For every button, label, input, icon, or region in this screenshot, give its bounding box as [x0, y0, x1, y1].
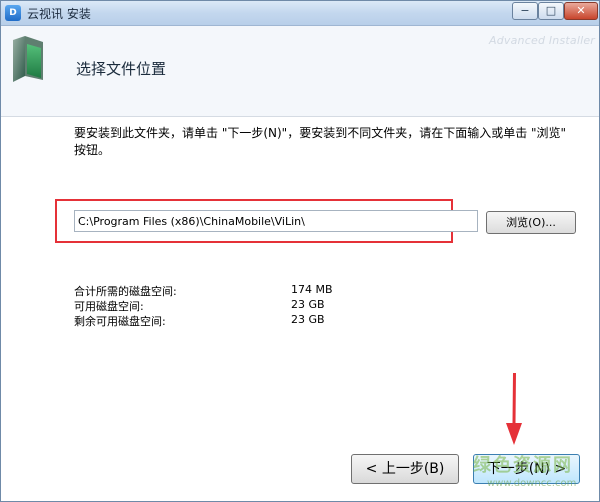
- close-button[interactable]: ✕: [564, 2, 598, 20]
- remaining-space-label: 剩余可用磁盘空间:: [74, 315, 166, 328]
- minimize-button[interactable]: −: [512, 2, 538, 20]
- remaining-space-value: 23 GB: [291, 313, 325, 326]
- install-path-input[interactable]: [74, 210, 478, 232]
- installer-window: D 云视讯 安装 − □ ✕ 选择文件位置 Advanced Installer: [0, 0, 600, 502]
- required-space-label: 合计所需的磁盘空间:: [74, 285, 177, 298]
- required-space-value: 174 MB: [291, 283, 333, 296]
- instruction-text: 要安装到此文件夹，请单击 "下一步(N)"，要安装到不同文件夹，请在下面输入或单…: [74, 126, 567, 157]
- page-title: 选择文件位置: [76, 60, 167, 78]
- folder-icon: [13, 36, 43, 82]
- maximize-button[interactable]: □: [538, 2, 564, 20]
- window-title: 云视讯 安装: [27, 7, 91, 21]
- brand-text: Advanced Installer: [489, 34, 596, 47]
- title-bar[interactable]: D 云视讯 安装 − □ ✕: [1, 1, 599, 26]
- header-panel: 选择文件位置 Advanced Installer: [1, 26, 599, 117]
- browse-button[interactable]: 浏览(O)...: [486, 211, 576, 234]
- red-arrow-icon: [506, 373, 522, 445]
- app-icon: D: [5, 5, 21, 21]
- back-button[interactable]: < 上一步(B): [351, 454, 459, 484]
- next-button[interactable]: 下一步(N) >: [473, 454, 580, 484]
- available-space-label: 可用磁盘空间:: [74, 300, 144, 313]
- available-space-value: 23 GB: [291, 298, 325, 311]
